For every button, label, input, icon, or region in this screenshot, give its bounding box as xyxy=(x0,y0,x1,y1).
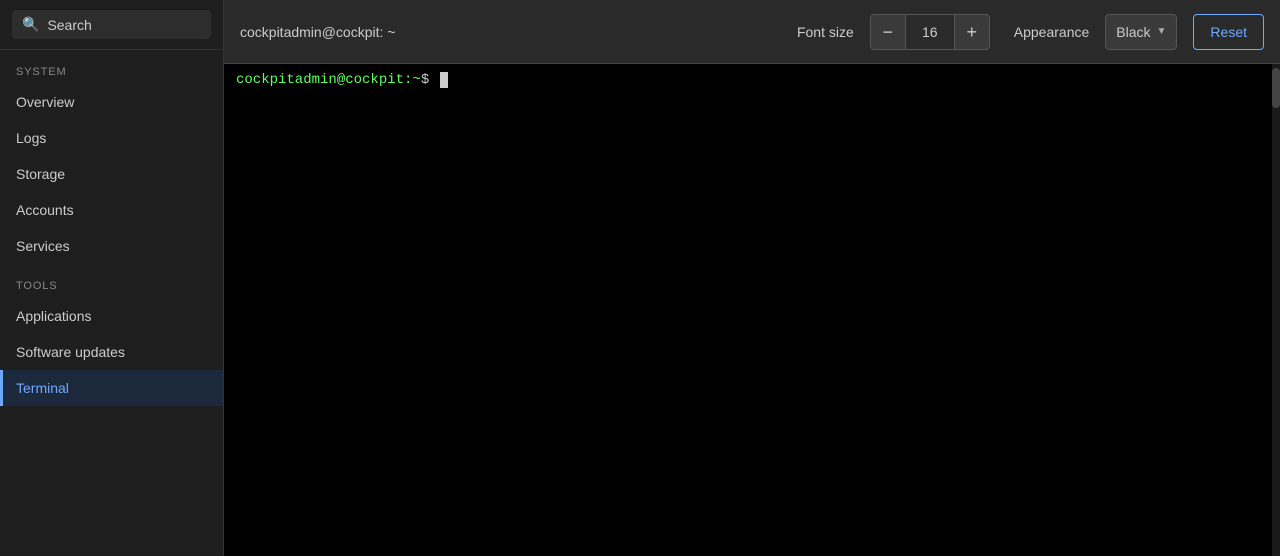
font-decrease-button[interactable]: − xyxy=(870,14,906,50)
terminal-prompt-path: ~ xyxy=(412,72,420,88)
sidebar-item-label-overview: Overview xyxy=(16,94,74,110)
sidebar-item-terminal[interactable]: Terminal xyxy=(0,370,223,406)
terminal-scrollbar[interactable] xyxy=(1272,64,1280,556)
terminal-cursor xyxy=(440,72,448,88)
sidebar-item-software-updates[interactable]: Software updates xyxy=(0,334,223,370)
sidebar: 🔍 Search System Overview Logs Storage Ac… xyxy=(0,0,224,556)
font-size-value: 16 xyxy=(906,14,954,50)
terminal-header: cockpitadmin@cockpit: ~ Font size − 16 +… xyxy=(224,0,1280,64)
reset-button[interactable]: Reset xyxy=(1193,14,1264,50)
sidebar-item-label-terminal: Terminal xyxy=(16,380,69,396)
tools-section-label: Tools xyxy=(0,264,223,298)
sidebar-item-logs[interactable]: Logs xyxy=(0,120,223,156)
terminal-body[interactable]: cockpitadmin@cockpit:~$ xyxy=(224,64,1280,556)
terminal-title: cockpitadmin@cockpit: ~ xyxy=(240,24,781,40)
sidebar-item-storage[interactable]: Storage xyxy=(0,156,223,192)
sidebar-item-overview[interactable]: Overview xyxy=(0,84,223,120)
terminal-prompt-symbol: $ xyxy=(421,72,438,88)
sidebar-item-accounts[interactable]: Accounts xyxy=(0,192,223,228)
sidebar-item-label-software-updates: Software updates xyxy=(16,344,125,360)
font-size-controls: − 16 + xyxy=(870,14,990,50)
font-increase-button[interactable]: + xyxy=(954,14,990,50)
appearance-label: Appearance xyxy=(1014,24,1090,40)
font-size-label: Font size xyxy=(797,24,854,40)
search-box[interactable]: 🔍 Search xyxy=(12,10,211,39)
search-icon: 🔍 xyxy=(22,16,39,33)
chevron-down-icon: ▼ xyxy=(1157,26,1167,37)
main-content: cockpitadmin@cockpit: ~ Font size − 16 +… xyxy=(224,0,1280,556)
sidebar-item-label-logs: Logs xyxy=(16,130,46,146)
sidebar-item-services[interactable]: Services xyxy=(0,228,223,264)
sidebar-item-applications[interactable]: Applications xyxy=(0,298,223,334)
terminal-scrollbar-thumb xyxy=(1272,68,1280,108)
terminal-line: cockpitadmin@cockpit:~$ xyxy=(236,72,1268,88)
sidebar-item-label-applications: Applications xyxy=(16,308,92,324)
appearance-value: Black xyxy=(1116,24,1150,40)
search-container: 🔍 Search xyxy=(0,0,223,50)
search-label: Search xyxy=(47,17,91,33)
system-section-label: System xyxy=(0,50,223,84)
sidebar-item-label-storage: Storage xyxy=(16,166,65,182)
appearance-dropdown[interactable]: Black ▼ xyxy=(1105,14,1177,50)
sidebar-item-label-services: Services xyxy=(16,238,70,254)
sidebar-item-label-accounts: Accounts xyxy=(16,202,74,218)
terminal-prompt-user: cockpitadmin@cockpit: xyxy=(236,72,412,88)
